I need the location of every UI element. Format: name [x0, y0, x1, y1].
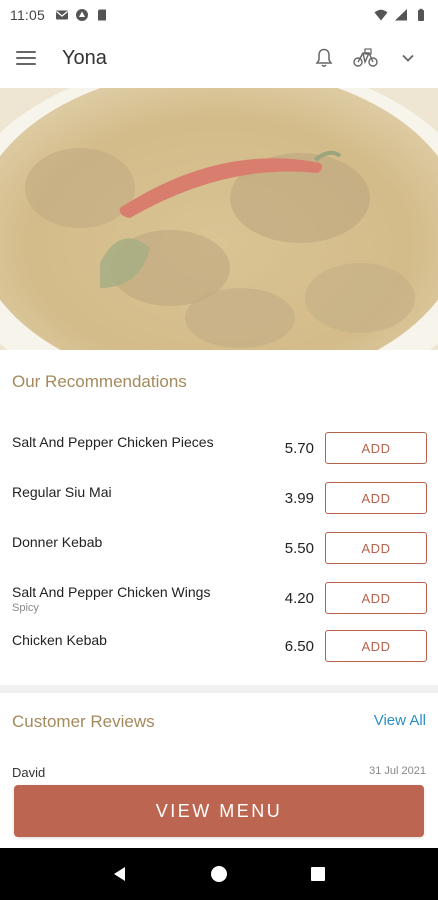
add-button[interactable]: ADD — [325, 582, 427, 614]
battery-icon — [418, 8, 424, 21]
hero-image — [0, 88, 438, 350]
list-item: Salt And Pepper Chicken Wings Spicy 4.20… — [0, 582, 438, 622]
bell-icon[interactable] — [310, 44, 338, 72]
review-author: David — [12, 765, 46, 780]
item-name: Chicken Kebab — [12, 632, 107, 648]
item-price: 5.50 — [284, 540, 314, 557]
wifi-icon — [374, 9, 388, 21]
sd-card-icon — [98, 9, 106, 21]
item-price: 3.99 — [284, 490, 314, 507]
item-name: Regular Siu Mai — [12, 484, 112, 500]
gmail-icon — [56, 10, 68, 20]
item-price: 5.70 — [284, 440, 314, 457]
chevron-down-icon[interactable] — [394, 44, 422, 72]
list-item: Salt And Pepper Chicken Pieces 5.70 ADD — [0, 432, 438, 472]
list-item: Chicken Kebab 6.50 ADD — [0, 630, 438, 670]
item-price: 6.50 — [284, 638, 314, 655]
item-name: Salt And Pepper Chicken Wings — [12, 584, 211, 600]
add-button[interactable]: ADD — [325, 482, 427, 514]
status-time: 11:05 — [10, 7, 45, 23]
add-button[interactable]: ADD — [325, 630, 427, 662]
list-item: Donner Kebab 5.50 ADD — [0, 532, 438, 572]
bicycle-delivery-icon[interactable] — [352, 44, 380, 72]
reviews-title: Customer Reviews — [12, 712, 155, 731]
list-item: Regular Siu Mai 3.99 ADD — [0, 482, 438, 522]
app-title: Yona — [62, 46, 107, 69]
review-date: 31 Jul 2021 — [369, 765, 426, 777]
cellular-signal-icon — [395, 9, 407, 21]
add-button[interactable]: ADD — [325, 432, 427, 464]
home-icon[interactable] — [207, 862, 231, 886]
app-bar: Yona — [0, 30, 438, 86]
section-divider — [0, 685, 438, 693]
item-name: Donner Kebab — [12, 534, 103, 550]
system-nav-bar — [0, 848, 438, 900]
add-button[interactable]: ADD — [325, 532, 427, 564]
view-menu-button[interactable]: VIEW MENU — [14, 785, 424, 837]
hamburger-menu-icon[interactable] — [16, 44, 44, 72]
status-icons-left — [55, 8, 109, 22]
status-bar: 11:05 — [0, 0, 438, 30]
curry-dish-image — [0, 88, 438, 350]
back-icon[interactable] — [108, 862, 132, 886]
recommendations-title: Our Recommendations — [12, 372, 187, 391]
recents-icon[interactable] — [306, 862, 330, 886]
view-all-link[interactable]: View All — [374, 712, 426, 729]
item-subtitle: Spicy — [12, 602, 39, 614]
status-icons-right — [374, 8, 428, 22]
app-bar-actions — [310, 44, 422, 72]
item-price: 4.20 — [284, 590, 314, 607]
item-name: Salt And Pepper Chicken Pieces — [12, 434, 214, 450]
google-drive-icon — [76, 9, 88, 21]
